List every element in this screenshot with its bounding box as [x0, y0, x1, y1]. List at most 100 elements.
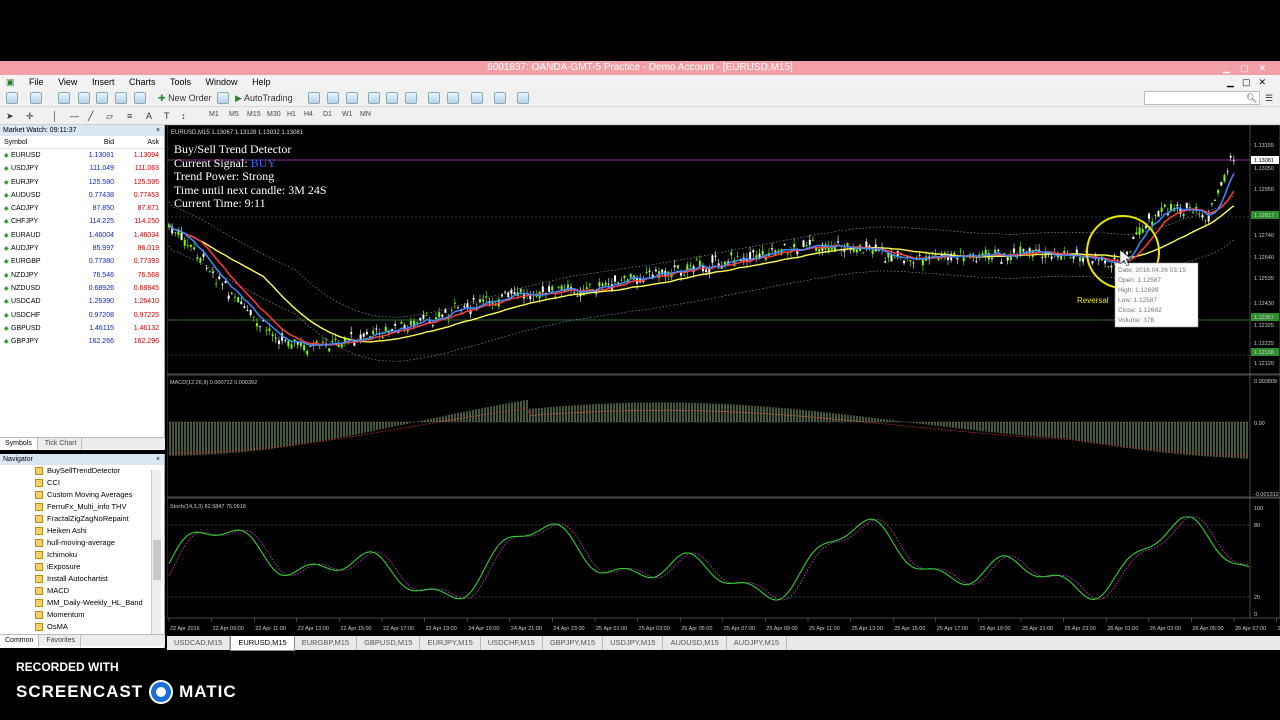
market-watch-row[interactable]: ◆ EURAUD 1.46004 1.46034: [0, 229, 164, 242]
menu-insert[interactable]: Insert: [86, 75, 121, 89]
metaeditor-icon[interactable]: [217, 92, 229, 104]
market-watch-icon[interactable]: [58, 92, 70, 104]
market-watch-row[interactable]: ◆ GBPUSD 1.46115 1.46132: [0, 322, 164, 335]
line-chart-icon[interactable]: [346, 92, 358, 104]
timeframe-m30[interactable]: M30: [267, 111, 281, 118]
menu-lines-icon[interactable]: ☰: [1265, 91, 1273, 105]
menu-tools[interactable]: Tools: [164, 75, 197, 89]
timeframe-w1[interactable]: W1: [342, 111, 353, 118]
cursor-icon[interactable]: ➤: [6, 109, 14, 123]
channel-icon[interactable]: ▱: [106, 109, 113, 123]
menu-view[interactable]: View: [52, 75, 83, 89]
chart-tab[interactable]: GBPJPY,M15: [543, 636, 604, 650]
close-icon[interactable]: ×: [156, 125, 160, 136]
tile-windows-icon[interactable]: [405, 92, 417, 104]
navigator-item[interactable]: Heiken Ashi: [0, 525, 164, 537]
trendline-icon[interactable]: ╱: [88, 109, 93, 123]
search-input[interactable]: [1144, 91, 1260, 105]
market-watch-row[interactable]: ◆ EURGBP 0.77380 0.77393: [0, 255, 164, 268]
column-symbol[interactable]: Symbol: [0, 136, 70, 148]
profiles-icon[interactable]: [30, 92, 42, 104]
navigator-icon[interactable]: [96, 92, 108, 104]
navigator-item[interactable]: FerruFx_Multi_info THV: [0, 501, 164, 513]
navigator-item[interactable]: Ichimoku: [0, 549, 164, 561]
market-watch-row[interactable]: ◆ GBPJPY 162.266 162.296: [0, 335, 164, 348]
navigator-item[interactable]: CCI: [0, 477, 164, 489]
navigator-item[interactable]: iExposure: [0, 561, 164, 573]
stoch-pane[interactable]: [167, 497, 1280, 619]
chart-tab[interactable]: USDCHF,M15: [481, 636, 543, 650]
price-chart[interactable]: EURUSD,M15 1.13067 1.13128 1.13032 1.130…: [167, 125, 1280, 636]
data-window-icon[interactable]: [78, 92, 90, 104]
label-icon[interactable]: T: [164, 109, 170, 123]
timeframe-m1[interactable]: M1: [209, 111, 219, 118]
new-order-button[interactable]: ✚ New Order: [158, 91, 212, 105]
market-watch-row[interactable]: ◆ USDCAD 1.26390 1.26410: [0, 295, 164, 308]
timeframe-d1[interactable]: D1: [323, 111, 332, 118]
main-pane[interactable]: [167, 125, 1280, 375]
bar-chart-icon[interactable]: [308, 92, 320, 104]
market-watch-row[interactable]: ◆ NZDUSD 0.68926 0.68945: [0, 282, 164, 295]
navigator-item[interactable]: MM_Daily-Weekly_HL_Band: [0, 597, 164, 609]
market-watch-row[interactable]: ◆ EURJPY 125.580 125.595: [0, 176, 164, 189]
close-icon[interactable]: ×: [156, 454, 160, 465]
tab-favorites[interactable]: Favorites: [41, 635, 82, 647]
horizontal-line-icon[interactable]: —: [70, 109, 79, 123]
chart-tab[interactable]: EURGBP,M15: [295, 636, 358, 650]
market-watch-row[interactable]: ◆ CHFJPY 114.225 114.250: [0, 215, 164, 228]
auto-trading-button[interactable]: ▶ AutoTrading: [235, 91, 293, 105]
navigator-item[interactable]: Custom Moving Averages: [0, 489, 164, 501]
timeframe-mn[interactable]: MN: [360, 111, 371, 118]
arrows-icon[interactable]: ↕: [181, 109, 186, 123]
chart-tab[interactable]: EURUSD,M15: [230, 636, 295, 651]
crosshair-icon[interactable]: ✛: [26, 109, 34, 123]
fibonacci-icon[interactable]: ≡: [127, 109, 132, 123]
menu-file[interactable]: File: [23, 75, 50, 89]
indicators-icon[interactable]: [471, 92, 483, 104]
navigator-item[interactable]: Install Autochartist: [0, 573, 164, 585]
navigator-scrollbar[interactable]: [151, 470, 161, 637]
menu-window[interactable]: Window: [200, 75, 244, 89]
periods-icon[interactable]: [494, 92, 506, 104]
candlestick-icon[interactable]: [327, 92, 339, 104]
vertical-line-icon[interactable]: │: [52, 109, 58, 123]
text-icon[interactable]: A: [146, 109, 152, 123]
new-chart-icon[interactable]: [6, 92, 18, 104]
chart-shift-icon[interactable]: [428, 92, 440, 104]
templates-icon[interactable]: [517, 92, 529, 104]
market-watch-row[interactable]: ◆ CADJPY 87.850 87.871: [0, 202, 164, 215]
navigator-item[interactable]: BuySellTrendDetector: [0, 465, 164, 477]
navigator-item[interactable]: FractalZigZagNoRepaint: [0, 513, 164, 525]
market-watch-row[interactable]: ◆ USDCHF 0.97208 0.97225: [0, 309, 164, 322]
market-watch-row[interactable]: ◆ AUDJPY 85.997 86.019: [0, 242, 164, 255]
chart-tab[interactable]: AUDJPY,M15: [727, 636, 788, 650]
window-controls[interactable]: ▁▢✕: [1223, 61, 1276, 75]
timeframe-h1[interactable]: H1: [287, 111, 296, 118]
chart-tab[interactable]: USDCAD,M15: [167, 636, 231, 650]
market-watch-row[interactable]: ◆ AUDUSD 0.77438 0.77453: [0, 189, 164, 202]
navigator-item[interactable]: hull-moving-average: [0, 537, 164, 549]
auto-scroll-icon[interactable]: [447, 92, 459, 104]
menu-charts[interactable]: Charts: [123, 75, 162, 89]
navigator-item[interactable]: OsMA: [0, 621, 164, 633]
chart-tab[interactable]: AUDUSD,M15: [663, 636, 727, 650]
tab-symbols[interactable]: Symbols: [0, 438, 38, 450]
market-watch-row[interactable]: ◆ NZDJPY 76.546 76.568: [0, 269, 164, 282]
scrollbar-thumb[interactable]: [153, 540, 161, 580]
market-watch-row[interactable]: ◆ EURUSD 1.13081 1.13094: [0, 149, 164, 162]
timeframe-m15[interactable]: M15: [247, 111, 261, 118]
navigator-item[interactable]: Momentum: [0, 609, 164, 621]
column-ask[interactable]: Ask: [116, 136, 162, 148]
column-bid[interactable]: Bid: [70, 136, 116, 148]
macd-pane[interactable]: [167, 374, 1280, 498]
search-icon[interactable]: 🔍︎: [1246, 91, 1257, 105]
chart-window[interactable]: EURUSD,M15 1.13067 1.13128 1.13032 1.130…: [167, 125, 1280, 636]
chart-tab[interactable]: EURJPY,M15: [420, 636, 481, 650]
app-menu-icon[interactable]: ▣: [0, 75, 21, 89]
child-window-controls[interactable]: ▁▢✕: [1227, 75, 1274, 89]
market-watch-row[interactable]: ◆ USDJPY 111.049 111.063: [0, 162, 164, 175]
zoom-out-icon[interactable]: [386, 92, 398, 104]
chart-tab[interactable]: USDJPY,M15: [603, 636, 664, 650]
timeframe-m5[interactable]: M5: [229, 111, 239, 118]
zoom-in-icon[interactable]: [368, 92, 380, 104]
